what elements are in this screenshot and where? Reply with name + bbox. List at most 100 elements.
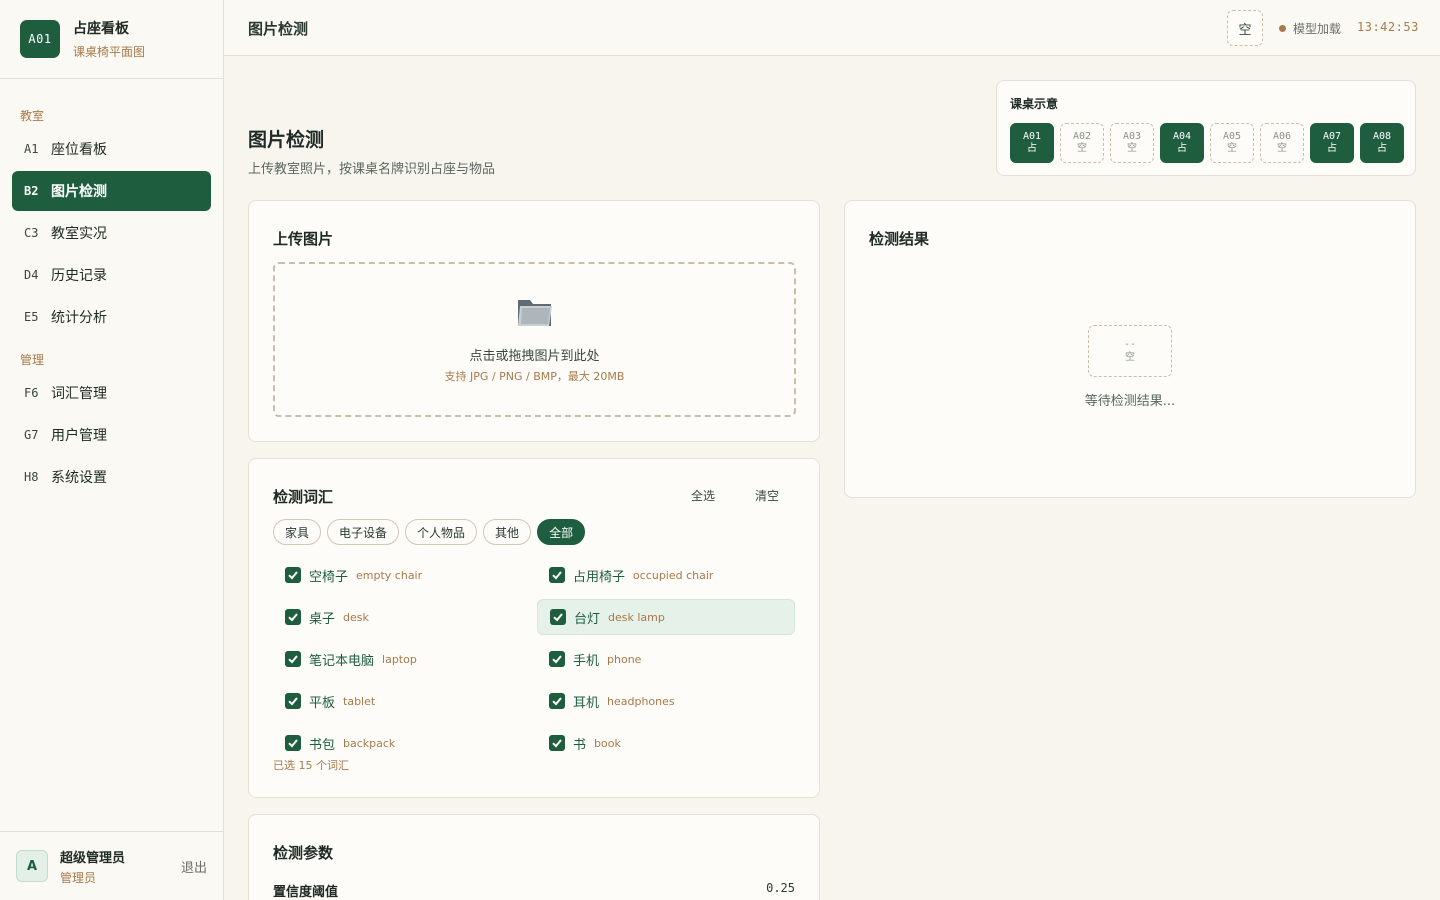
category-chip[interactable]: 电子设备 xyxy=(327,519,400,545)
select-all-button[interactable]: 全选 xyxy=(691,487,715,504)
confidence-label: 置信度阈值 xyxy=(273,885,339,900)
vocab-item[interactable]: 书 book xyxy=(537,725,795,761)
desk-tile[interactable]: A05 空 xyxy=(1210,123,1254,163)
brand-badge: A01 xyxy=(20,20,60,58)
desk-state: 空 xyxy=(1277,143,1287,154)
topbar-title: 图片检测 xyxy=(248,20,309,38)
checkbox-checked-icon[interactable] xyxy=(285,567,301,583)
vocab-item[interactable]: 桌子 desk xyxy=(273,599,531,635)
result-card: 检测结果 -- 空 等待检测结果... xyxy=(844,200,1416,498)
desk-id: A01 xyxy=(1022,131,1042,142)
vocab-item[interactable]: 台灯 desk lamp xyxy=(537,599,795,635)
user-name: 超级管理员 xyxy=(60,850,126,866)
vocab-label-en: occupied chair xyxy=(633,568,714,582)
vocab-label-en: desk xyxy=(343,610,369,624)
category-chip[interactable]: 其他 xyxy=(483,519,532,545)
vocab-item[interactable]: 笔记本电脑 laptop xyxy=(273,641,531,677)
checkbox-checked-icon[interactable] xyxy=(285,693,301,709)
vocab-label-zh: 书包 xyxy=(309,737,336,753)
nav-code: D4 xyxy=(24,268,39,282)
category-chip[interactable]: 家具 xyxy=(273,519,322,545)
sidebar-item-history[interactable]: D4 历史记录 xyxy=(12,255,211,295)
dropzone-hint: 支持 JPG / PNG / BMP，最大 20MB xyxy=(444,370,625,383)
nav-label: 统计分析 xyxy=(51,310,107,326)
result-placeholder: -- 空 xyxy=(1088,325,1172,377)
nav-code: E5 xyxy=(24,310,39,324)
vocab-item[interactable]: 占用椅子 occupied chair xyxy=(537,557,795,593)
sidebar-item-settings[interactable]: H8 系统设置 xyxy=(12,457,211,497)
checkbox-checked-icon[interactable] xyxy=(549,651,565,667)
sidebar-item-image-detection[interactable]: B2 图片检测 xyxy=(12,171,211,211)
nav-section-classroom: 教室 xyxy=(20,109,45,123)
vocab-card: 检测词汇 全选 清空 家具 电子设备 个人物品 其他 全部 空椅子 empty chair… xyxy=(248,458,820,798)
vocab-title: 检测词汇 xyxy=(273,488,334,506)
vocab-item[interactable]: 平板 tablet xyxy=(273,683,531,719)
nav-label: 教室实况 xyxy=(51,226,107,242)
nav-label: 用户管理 xyxy=(51,428,107,444)
desk-tile[interactable]: A07 占 xyxy=(1310,123,1354,163)
vocab-count: 已选 15 个词汇 xyxy=(273,759,349,772)
desk-id: A06 xyxy=(1272,131,1292,142)
sidebar-item-statistics[interactable]: E5 统计分析 xyxy=(12,297,211,337)
checkbox-checked-icon[interactable] xyxy=(285,651,301,667)
desk-legend: 课桌示意 A01 占 A02 空 A03 空 A04 占 A05 空 A06 空 A07 占 A08 占 xyxy=(996,80,1416,176)
upload-card: 上传图片 点击或拖拽图片到此处 支持 JPG / PNG / BMP，最大 20… xyxy=(248,200,820,442)
desk-state: 空 xyxy=(1127,143,1137,154)
desk-legend-title: 课桌示意 xyxy=(1010,97,1059,111)
desk-tile[interactable]: A06 空 xyxy=(1260,123,1304,163)
nav-label: 词汇管理 xyxy=(51,386,107,402)
category-chip[interactable]: 全部 xyxy=(537,519,586,545)
desk-state: 占 xyxy=(1377,143,1387,154)
vocab-label-en: book xyxy=(594,736,621,750)
desk-state: 空 xyxy=(1227,143,1237,154)
vocab-label-zh: 占用椅子 xyxy=(573,569,626,585)
desk-state: 占 xyxy=(1177,143,1187,154)
upload-dropzone[interactable]: 点击或拖拽图片到此处 支持 JPG / PNG / BMP，最大 20MB xyxy=(273,262,796,417)
category-chips: 家具 电子设备 个人物品 其他 全部 xyxy=(273,519,586,545)
nav-code: F6 xyxy=(24,386,39,400)
vocab-label-en: backpack xyxy=(343,736,396,750)
vocab-item[interactable]: 耳机 headphones xyxy=(537,683,795,719)
category-chip[interactable]: 个人物品 xyxy=(405,519,478,545)
checkbox-checked-icon[interactable] xyxy=(549,693,565,709)
checkbox-checked-icon[interactable] xyxy=(285,735,301,751)
checkbox-checked-icon[interactable] xyxy=(549,567,565,583)
model-status: 模型加载 xyxy=(1279,20,1341,37)
page-subtitle: 上传教室照片，按课桌名牌识别占座与物品 xyxy=(248,162,496,177)
sidebar-item-vocabulary[interactable]: F6 词汇管理 xyxy=(12,373,211,413)
vocab-label-en: phone xyxy=(607,652,642,666)
desk-tile[interactable]: A03 空 xyxy=(1110,123,1154,163)
nav-label: 系统设置 xyxy=(51,470,107,486)
desk-tile[interactable]: A02 空 xyxy=(1060,123,1104,163)
empty-toggle-button[interactable]: 空 xyxy=(1227,10,1263,46)
vocab-label-en: tablet xyxy=(343,694,376,708)
sidebar-item-live-classroom[interactable]: C3 教室实况 xyxy=(12,213,211,253)
logout-button[interactable]: 退出 xyxy=(181,857,207,876)
user-box: A 超级管理员 管理员 退出 xyxy=(0,831,223,900)
confidence-value: 0.25 xyxy=(766,881,795,895)
avatar: A xyxy=(16,850,48,882)
placeholder-state: 空 xyxy=(1125,352,1135,363)
checkbox-checked-icon[interactable] xyxy=(285,609,301,625)
sidebar-item-users[interactable]: G7 用户管理 xyxy=(12,415,211,455)
vocab-item[interactable]: 手机 phone xyxy=(537,641,795,677)
vocab-label-zh: 耳机 xyxy=(573,695,600,711)
vocab-label-en: headphones xyxy=(607,694,675,708)
vocab-item[interactable]: 空椅子 empty chair xyxy=(273,557,531,593)
clear-button[interactable]: 清空 xyxy=(755,487,779,504)
vocab-item[interactable]: 书包 backpack xyxy=(273,725,531,761)
page-title: 图片检测 xyxy=(248,129,325,151)
desk-list: A01 占 A02 空 A03 空 A04 占 A05 空 A06 空 A07 占 A08 占 xyxy=(1010,123,1404,163)
nav-code: H8 xyxy=(24,470,39,484)
sidebar: A01 占座看板 课桌椅平面图 教室 A1 座位看板 B2 图片检测 C3 教室… xyxy=(0,0,224,900)
checkbox-checked-icon[interactable] xyxy=(549,735,565,751)
desk-tile[interactable]: A04 占 xyxy=(1160,123,1204,163)
brand-title: 占座看板 xyxy=(73,21,129,37)
desk-tile[interactable]: A08 占 xyxy=(1360,123,1404,163)
sidebar-item-seat-board[interactable]: A1 座位看板 xyxy=(12,129,211,169)
checkbox-checked-icon[interactable] xyxy=(550,609,566,625)
brand: A01 占座看板 课桌椅平面图 xyxy=(0,0,223,79)
desk-tile[interactable]: A01 占 xyxy=(1010,123,1054,163)
vocab-label-en: laptop xyxy=(382,652,417,666)
user-role: 管理员 xyxy=(60,870,97,885)
